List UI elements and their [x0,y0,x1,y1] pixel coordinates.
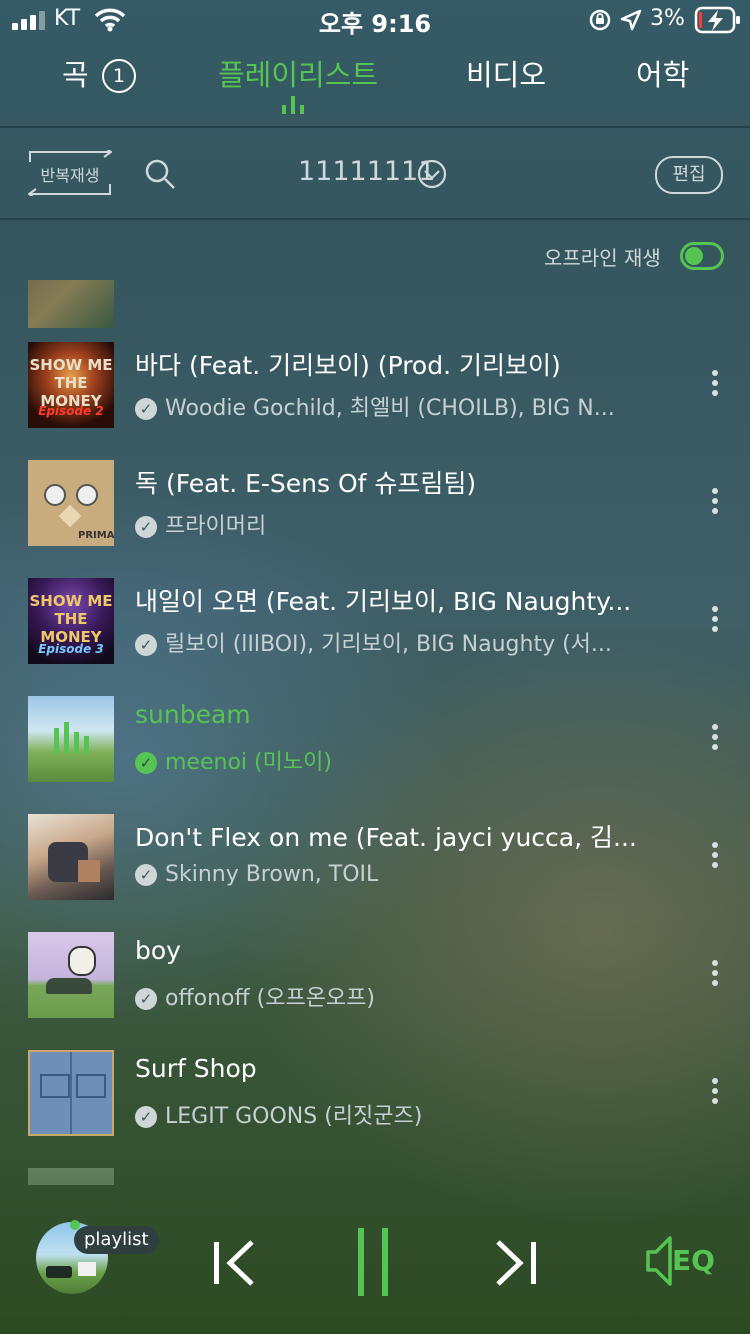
active-tab-indicator-icon [282,96,304,114]
album-art [28,932,114,1018]
album-art: SHOW ME THE MONEY Episode 3 [28,578,114,664]
tab-playlist-label: 플레이리스트 [218,58,379,92]
chevron-down-icon[interactable] [416,158,448,190]
more-options-icon[interactable] [700,724,730,754]
album-art [28,1050,114,1136]
track-title: Don't Flex on me (Feat. jayci yucca, 김..… [135,823,637,852]
track-artist: offonoff (오프온오프) [165,986,375,1011]
downloaded-check-icon: ✓ [135,988,157,1010]
rotation-lock-icon [589,9,611,31]
track-artist: 릴보이 (lIlBOI), 기리보이, BIG Naughty (서... [165,632,612,657]
track-artist-line: ✓ meenoi (미노이) [135,744,660,776]
tab-video[interactable]: 비디오 [466,52,546,94]
album-art [28,696,114,782]
playlist-selector[interactable]: 11111111 [298,156,435,192]
album-art: PRIMARY [28,460,114,546]
more-options-icon[interactable] [700,488,730,518]
eq-label: EQ [672,1244,715,1277]
list-item[interactable]: PRIMARY 독 (Feat. E-Sens Of 슈프림팀) ✓ 프라이머리 [0,460,750,578]
divider [0,218,750,220]
equalizer-button[interactable]: EQ [644,1234,716,1288]
list-item[interactable] [0,1168,750,1185]
track-artist-line: ✓ 프라이머리 [135,508,660,540]
offline-playback-label: 오프라인 재생 [544,246,661,270]
track-title: 내일이 오면 (Feat. 기리보이, BIG Naughty... [135,587,632,616]
track-artist: LEGIT GOONS (리짓군즈) [165,1104,423,1129]
track-artist: Skinny Brown, TOIL [165,862,379,887]
album-art-caption: Episode 2 [38,404,104,418]
downloaded-check-icon: ✓ [135,398,157,420]
track-artist-line: ✓ Woodie Gochild, 최엘비 (CHOILB), BIG N... [135,390,660,422]
tab-songs[interactable]: 곡 1 [62,52,136,94]
album-art [28,1168,114,1185]
downloaded-check-icon: ✓ [135,752,157,774]
downloaded-check-icon: ✓ [135,864,157,886]
list-item[interactable]: SHOW ME THE MONEY Episode 3 내일이 오면 (Feat… [0,578,750,696]
offline-playback-toggle[interactable] [680,242,724,270]
song-count-badge: 1 [101,59,136,93]
album-art [28,814,114,900]
list-item[interactable]: Surf Shop ✓ LEGIT GOONS (리짓군즈) [0,1050,750,1168]
track-title: 바다 (Feat. 기리보이) (Prod. 기리보이) [135,351,561,380]
status-bar: KT 오후 9:16 3% [0,0,750,40]
track-artist-line: ✓ 릴보이 (lIlBOI), 기리보이, BIG Naughty (서... [135,626,660,658]
more-options-icon[interactable] [700,842,730,872]
playlist-badge[interactable]: playlist [74,1226,159,1254]
tab-playlist[interactable]: 플레이리스트 [218,52,378,94]
list-item[interactable]: SHOW ME THE MONEY Episode 2 바다 (Feat. 기리… [0,342,750,460]
more-options-icon[interactable] [700,606,730,636]
more-options-icon[interactable] [700,1078,730,1108]
list-item[interactable]: boy ✓ offonoff (오프온오프) [0,932,750,1050]
track-list: SHOW ME THE MONEY Episode 2 바다 (Feat. 기리… [0,280,750,1185]
tab-songs-label: 곡 [62,58,89,92]
location-icon [620,9,642,31]
next-track-icon[interactable] [494,1240,538,1286]
track-title: Surf Shop [135,1054,257,1083]
track-artist: Woodie Gochild, 최엘비 (CHOILB), BIG N... [165,396,615,421]
track-title: boy [135,936,181,965]
previous-track-icon[interactable] [212,1240,256,1286]
track-artist-line: ✓ offonoff (오프온오프) [135,980,660,1012]
top-tab-bar: 곡 1 플레이리스트 비디오 어학 [0,52,750,128]
album-art-caption: PRIMARY [78,530,114,541]
downloaded-check-icon: ✓ [135,1106,157,1128]
list-item-now-playing[interactable]: sunbeam ✓ meenoi (미노이) [0,696,750,814]
now-playing-equalizer-icon [54,722,89,754]
battery-charging-icon [694,6,740,34]
track-artist: meenoi (미노이) [165,750,332,775]
album-art-caption: Episode 3 [38,642,104,656]
battery-percent: 3% [650,6,685,31]
pause-icon[interactable] [354,1228,394,1296]
edit-button[interactable]: 편집 [655,156,723,194]
list-item[interactable]: Don't Flex on me (Feat. jayci yucca, 김..… [0,814,750,932]
speaker-icon [646,1236,672,1286]
downloaded-check-icon: ✓ [135,634,157,656]
track-artist-line: ✓ Skinny Brown, TOIL [135,862,660,887]
tab-language-label: 어학 [636,58,690,92]
mini-player: playlist EQ [0,1190,750,1334]
repeat-label: 반복재생 [40,166,100,185]
tab-language[interactable]: 어학 [636,52,689,94]
album-art [28,280,114,328]
track-artist: 프라이머리 [165,514,267,539]
album-art: SHOW ME THE MONEY Episode 2 [28,342,114,428]
divider [0,126,750,128]
track-artist-line: ✓ LEGIT GOONS (리짓군즈) [135,1098,660,1130]
more-options-icon[interactable] [700,370,730,400]
repeat-button[interactable]: 반복재생 [28,150,112,196]
track-title: 독 (Feat. E-Sens Of 슈프림팀) [135,469,477,498]
more-options-icon[interactable] [700,960,730,990]
track-title: sunbeam [135,700,251,729]
playlist-name: 11111111 [298,156,436,187]
downloaded-check-icon: ✓ [135,516,157,538]
tab-video-label: 비디오 [466,58,547,92]
search-icon[interactable] [144,158,176,190]
